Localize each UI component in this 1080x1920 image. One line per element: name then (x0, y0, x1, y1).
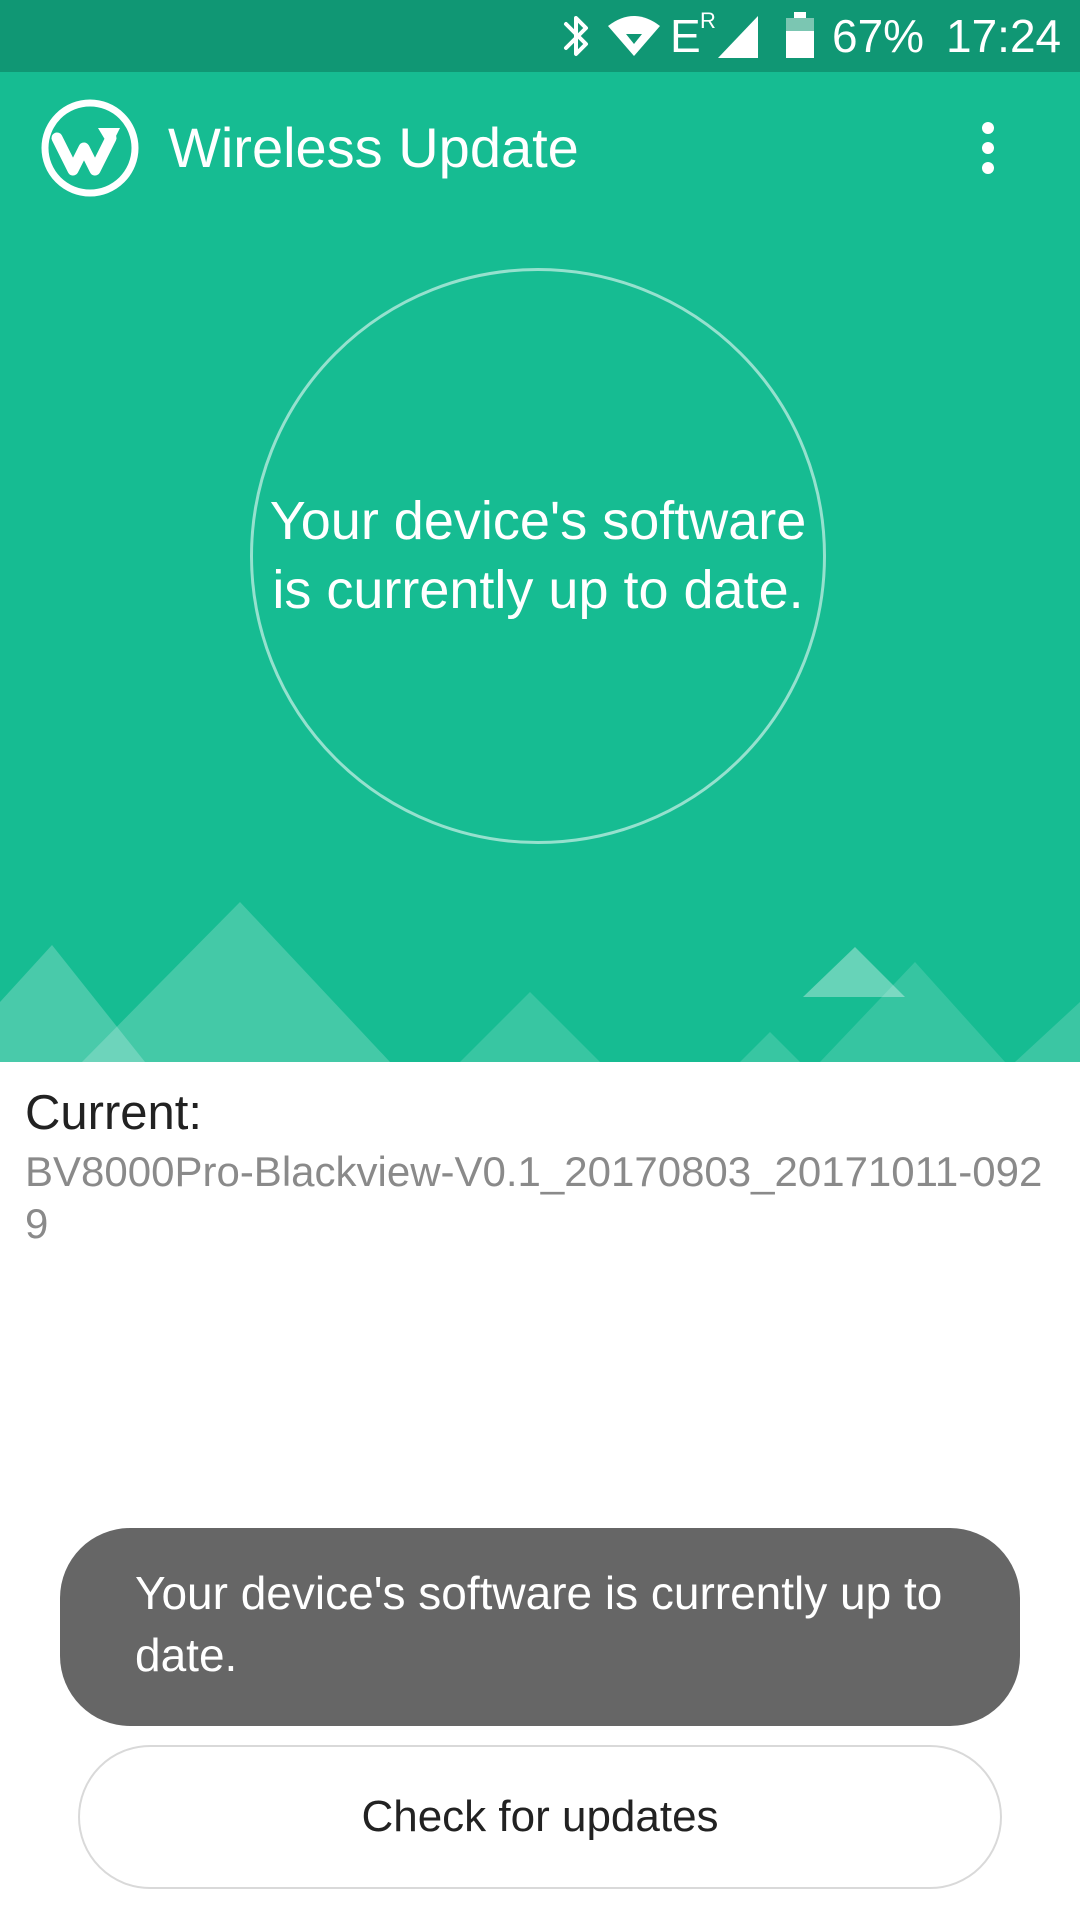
wifi-icon (608, 16, 660, 56)
current-version-label: Current: (25, 1086, 203, 1140)
check-for-updates-button[interactable]: Check for updates (78, 1745, 1002, 1889)
more-vert-icon[interactable] (960, 112, 1016, 184)
status-message: Your device's software is currently up t… (269, 491, 807, 620)
toast-notification: Your device's software is currently up t… (60, 1528, 1020, 1726)
clock: 17:24 (946, 10, 1062, 62)
wireless-update-logo-icon (41, 99, 139, 197)
check-for-updates-label: Check for updates (361, 1792, 719, 1841)
battery-icon (786, 12, 814, 58)
status-circle: Your device's software is currently up t… (250, 268, 826, 844)
mountain-decoration (0, 902, 1080, 1062)
signal-icon (718, 16, 758, 58)
toast-message: Your device's software is currently up t… (135, 1567, 943, 1681)
bluetooth-icon (564, 16, 588, 56)
roaming-indicator: R (700, 8, 716, 33)
update-status-hero: Wireless Update Your device's software i… (0, 72, 1080, 1062)
current-version-value: BV8000Pro-Blackview-V0.1_20170803_201710… (25, 1148, 1043, 1247)
wireless-update-screen: E R 67% 17:24 Wireless Update Your devic… (0, 0, 1080, 1920)
status-bar: E R 67% 17:24 (0, 0, 1080, 72)
battery-percent: 67% (832, 10, 925, 62)
network-type-label: E (670, 10, 701, 62)
app-title: Wireless Update (168, 116, 579, 179)
